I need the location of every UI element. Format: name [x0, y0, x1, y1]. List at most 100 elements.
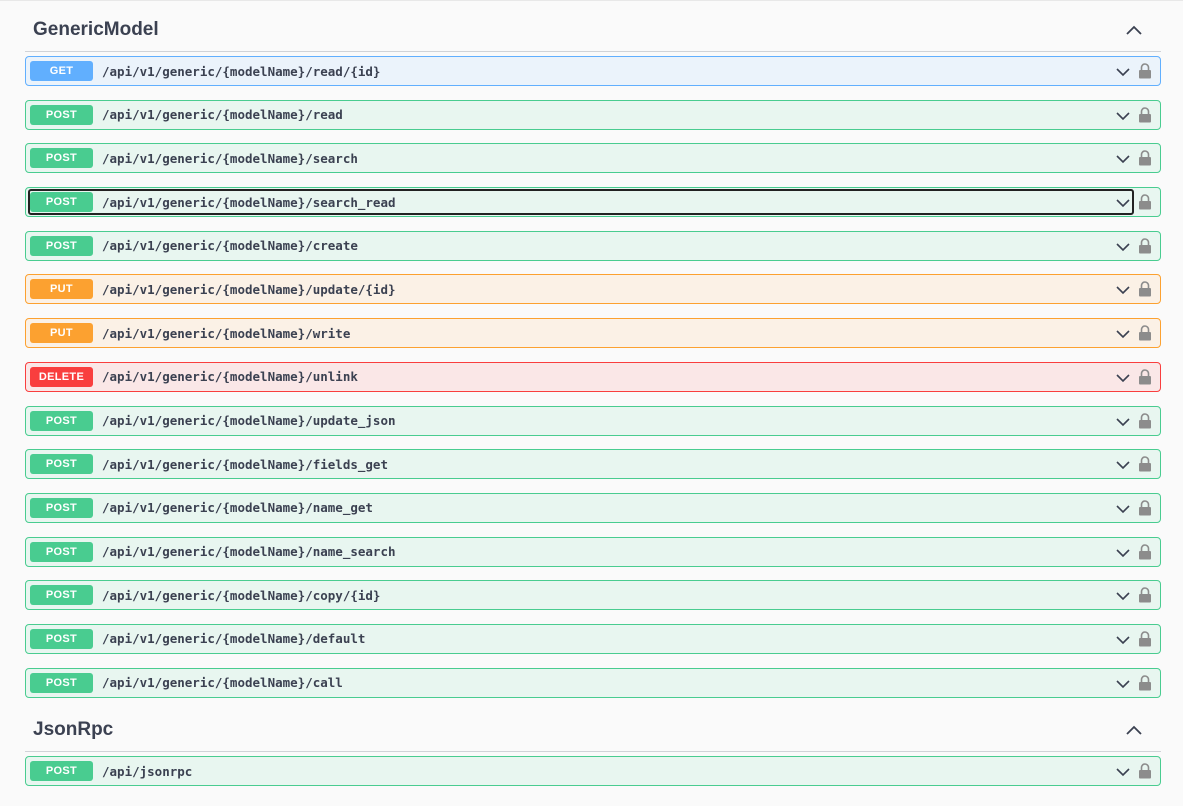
- operation-summary[interactable]: POST /api/v1/generic/{modelName}/search_…: [28, 189, 1134, 216]
- operation-row[interactable]: POST /api/v1/generic/{modelName}/search: [25, 143, 1161, 174]
- operation-summary[interactable]: POST /api/v1/generic/{modelName}/name_ge…: [26, 494, 1160, 522]
- chevron-down-icon[interactable]: [1116, 196, 1130, 210]
- chevron-up-icon[interactable]: [1119, 715, 1149, 745]
- method-badge: POST: [30, 497, 93, 518]
- operation-summary[interactable]: POST /api/jsonrpc: [26, 757, 1160, 785]
- tag-section-jsonrpc: JsonRpc POST /api/jsonrpc: [25, 708, 1161, 787]
- chevron-down-icon[interactable]: [1116, 152, 1130, 166]
- method-badge: POST: [30, 104, 93, 125]
- lock-icon[interactable]: [1138, 412, 1152, 429]
- operation-path: /api/v1/generic/{modelName}/search: [102, 150, 358, 166]
- operation-row[interactable]: POST /api/v1/generic/{modelName}/search_…: [25, 187, 1161, 218]
- lock-icon[interactable]: [1138, 63, 1152, 79]
- operation-row[interactable]: POST /api/v1/generic/{modelName}/read: [25, 99, 1161, 130]
- operation-path: /api/v1/generic/{modelName}/search_read: [102, 194, 396, 210]
- operation-path: /api/v1/generic/{modelName}/copy/{id}: [102, 587, 381, 603]
- tag-title: JsonRpc: [33, 718, 114, 740]
- chevron-down-icon[interactable]: [1116, 240, 1130, 254]
- method-badge: DELETE: [30, 366, 93, 387]
- chevron-down-icon[interactable]: [1116, 327, 1130, 341]
- operation-row[interactable]: GET /api/v1/generic/{modelName}/read/{id…: [25, 56, 1161, 86]
- method-badge: POST: [30, 192, 93, 213]
- chevron-down-icon[interactable]: [1116, 415, 1130, 429]
- operation-summary[interactable]: DELETE /api/v1/generic/{modelName}/unlin…: [26, 363, 1160, 391]
- chevron-down-icon[interactable]: [1116, 677, 1130, 691]
- lock-icon[interactable]: [1138, 500, 1152, 516]
- operation-path: /api/v1/generic/{modelName}/update_json: [102, 413, 396, 428]
- method-badge: POST: [30, 672, 93, 693]
- operation-summary[interactable]: POST /api/v1/generic/{modelName}/read: [26, 101, 1160, 129]
- operation-row[interactable]: POST /api/v1/generic/{modelName}/fields_…: [25, 449, 1161, 480]
- lock-icon[interactable]: [1138, 543, 1152, 560]
- operation-row[interactable]: POST /api/v1/generic/{modelName}/call: [25, 667, 1161, 698]
- operation-path: /api/jsonrpc: [102, 763, 193, 779]
- lock-icon[interactable]: [1138, 237, 1152, 254]
- operation-summary[interactable]: POST /api/v1/generic/{modelName}/call: [26, 669, 1160, 697]
- tag-title: GenericModel: [33, 18, 159, 40]
- method-badge: POST: [30, 541, 93, 562]
- operation-row[interactable]: POST /api/v1/generic/{modelName}/create: [25, 230, 1161, 261]
- chevron-down-icon[interactable]: [1116, 283, 1130, 297]
- operation-row[interactable]: POST /api/v1/generic/{modelName}/default: [25, 623, 1161, 654]
- lock-icon[interactable]: [1138, 763, 1152, 779]
- operation-path: /api/v1/generic/{modelName}/write: [102, 325, 351, 341]
- tag-header[interactable]: GenericModel: [25, 8, 1161, 52]
- method-badge: POST: [30, 410, 93, 431]
- operation-row[interactable]: DELETE /api/v1/generic/{modelName}/unlin…: [25, 361, 1161, 392]
- method-badge: POST: [30, 628, 93, 649]
- chevron-down-icon[interactable]: [1116, 109, 1130, 123]
- api-docs: GenericModel GET /api/v1/generic/{modelN…: [25, 0, 1161, 800]
- operation-summary[interactable]: POST /api/v1/generic/{modelName}/create: [26, 232, 1160, 260]
- operation-summary[interactable]: PUT /api/v1/generic/{modelName}/write: [26, 319, 1160, 347]
- method-badge: POST: [30, 235, 93, 256]
- operation-row[interactable]: POST /api/v1/generic/{modelName}/name_ge…: [25, 492, 1161, 523]
- chevron-down-icon[interactable]: [1116, 765, 1130, 779]
- operation-summary[interactable]: POST /api/v1/generic/{modelName}/copy/{i…: [26, 581, 1160, 609]
- lock-icon[interactable]: [1138, 194, 1152, 210]
- tag-section-genericmodel: GenericModel GET /api/v1/generic/{modelN…: [25, 8, 1161, 698]
- chevron-down-icon[interactable]: [1116, 65, 1130, 79]
- operation-path: /api/v1/generic/{modelName}/name_search: [102, 544, 396, 560]
- operation-summary[interactable]: POST /api/v1/generic/{modelName}/search: [26, 144, 1160, 172]
- method-badge: POST: [30, 148, 93, 169]
- lock-icon[interactable]: [1138, 674, 1152, 691]
- lock-icon[interactable]: [1138, 106, 1152, 123]
- lock-icon[interactable]: [1138, 281, 1152, 297]
- chevron-down-icon[interactable]: [1116, 458, 1130, 472]
- chevron-down-icon[interactable]: [1116, 589, 1130, 603]
- operation-row[interactable]: POST /api/v1/generic/{modelName}/name_se…: [25, 536, 1161, 567]
- operation-row[interactable]: PUT /api/v1/generic/{modelName}/update/{…: [25, 274, 1161, 305]
- operation-row[interactable]: POST /api/v1/generic/{modelName}/copy/{i…: [25, 580, 1161, 611]
- lock-icon[interactable]: [1138, 325, 1152, 341]
- operation-path: /api/v1/generic/{modelName}/fields_get: [102, 456, 388, 472]
- chevron-down-icon[interactable]: [1116, 546, 1130, 560]
- lock-icon[interactable]: [1138, 150, 1152, 166]
- lock-icon[interactable]: [1138, 631, 1152, 647]
- operation-list: POST /api/jsonrpc: [25, 752, 1161, 787]
- lock-icon[interactable]: [1138, 587, 1152, 603]
- chevron-down-icon[interactable]: [1116, 502, 1130, 516]
- operation-summary[interactable]: POST /api/v1/generic/{modelName}/name_se…: [26, 538, 1160, 566]
- lock-icon[interactable]: [1138, 369, 1152, 385]
- method-badge: PUT: [30, 279, 93, 300]
- chevron-down-icon[interactable]: [1116, 371, 1130, 385]
- operation-path: /api/v1/generic/{modelName}/update/{id}: [102, 281, 396, 297]
- operation-path: /api/v1/generic/{modelName}/read/{id}: [102, 63, 381, 79]
- tag-header[interactable]: JsonRpc: [25, 708, 1161, 753]
- operation-summary[interactable]: GET /api/v1/generic/{modelName}/read/{id…: [26, 57, 1160, 85]
- operation-path: /api/v1/generic/{modelName}/unlink: [102, 369, 358, 385]
- chevron-up-icon[interactable]: [1119, 15, 1149, 45]
- operation-summary[interactable]: POST /api/v1/generic/{modelName}/update_…: [26, 407, 1160, 435]
- chevron-down-icon[interactable]: [1116, 633, 1130, 647]
- operation-row[interactable]: POST /api/jsonrpc: [25, 756, 1161, 787]
- operation-row[interactable]: PUT /api/v1/generic/{modelName}/write: [25, 318, 1161, 349]
- operation-summary[interactable]: PUT /api/v1/generic/{modelName}/update/{…: [26, 275, 1160, 303]
- method-badge: POST: [30, 585, 93, 606]
- operation-path: /api/v1/generic/{modelName}/create: [102, 238, 358, 254]
- lock-icon[interactable]: [1138, 456, 1152, 472]
- operation-summary[interactable]: POST /api/v1/generic/{modelName}/default: [26, 625, 1160, 653]
- operation-path: /api/v1/generic/{modelName}/name_get: [102, 500, 373, 516]
- operation-summary[interactable]: POST /api/v1/generic/{modelName}/fields_…: [26, 450, 1160, 478]
- operation-row[interactable]: POST /api/v1/generic/{modelName}/update_…: [25, 405, 1161, 436]
- method-badge: PUT: [30, 323, 93, 344]
